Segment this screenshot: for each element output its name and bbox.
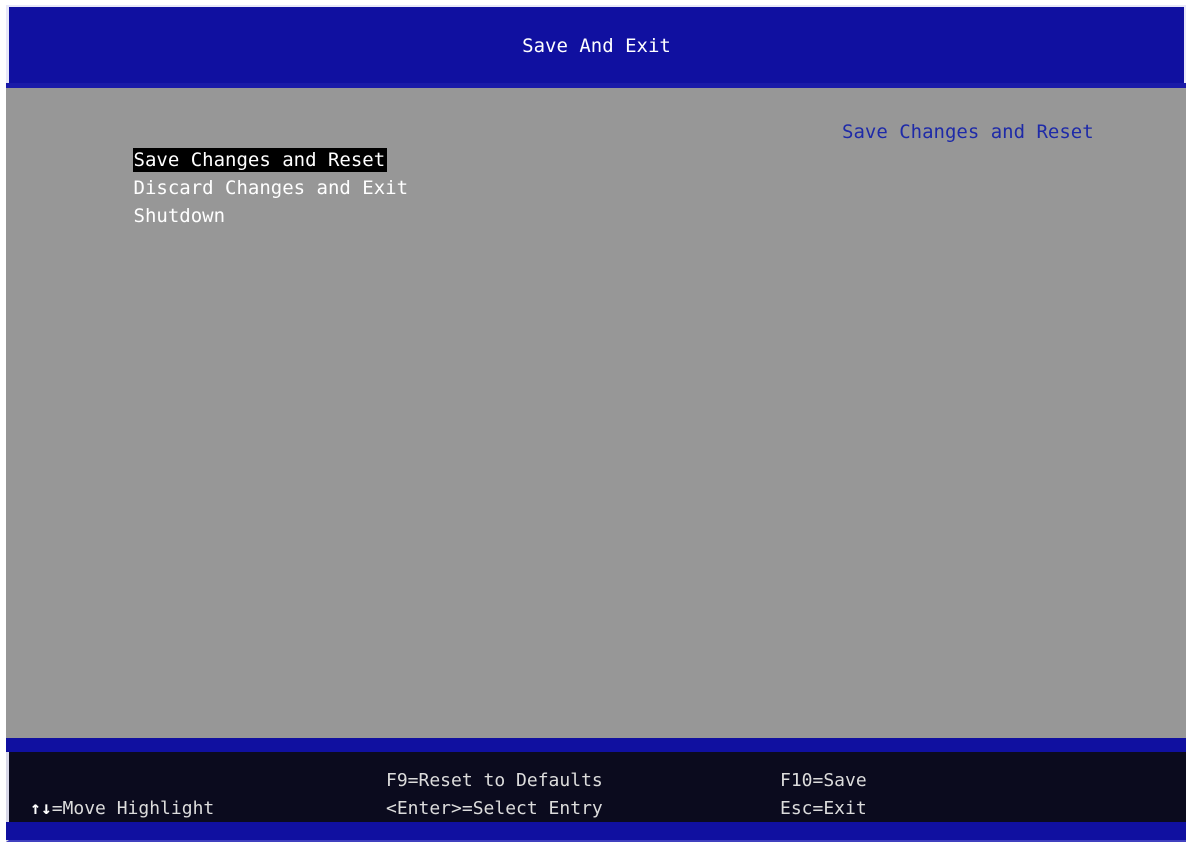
main-panel: Save Changes and Reset Discard Changes a… (6, 88, 1186, 738)
exit-menu: Save Changes and Reset Discard Changes a… (41, 118, 410, 227)
bios-screen: Save And Exit Save Changes and Reset Dis… (0, 0, 1188, 846)
footer-bottom-band (6, 822, 1186, 840)
hint-move-label: =Move Highlight (51, 798, 215, 819)
footer-top-band (6, 738, 1186, 752)
hint-save: F10=Save (780, 770, 867, 791)
help-description: Save Changes and Reset (842, 121, 1094, 143)
hint-exit: Esc=Exit (780, 798, 867, 819)
menu-item-label: Discard Changes and Exit (133, 177, 409, 199)
menu-item-label: Save Changes and Reset (132, 148, 388, 172)
page-title: Save And Exit (522, 35, 671, 57)
title-bar: Save And Exit (6, 5, 1186, 83)
up-down-arrows-icon: ↑↓ (30, 798, 52, 819)
hint-move-highlight: ↑↓=Move Highlight (30, 796, 214, 822)
menu-item-label: Shutdown (133, 205, 226, 227)
hint-select-entry: <Enter>=Select Entry (386, 798, 603, 819)
menu-item-save-changes-and-reset[interactable]: Save Changes and Reset (41, 118, 410, 172)
hint-reset-defaults: F9=Reset to Defaults (386, 770, 603, 791)
